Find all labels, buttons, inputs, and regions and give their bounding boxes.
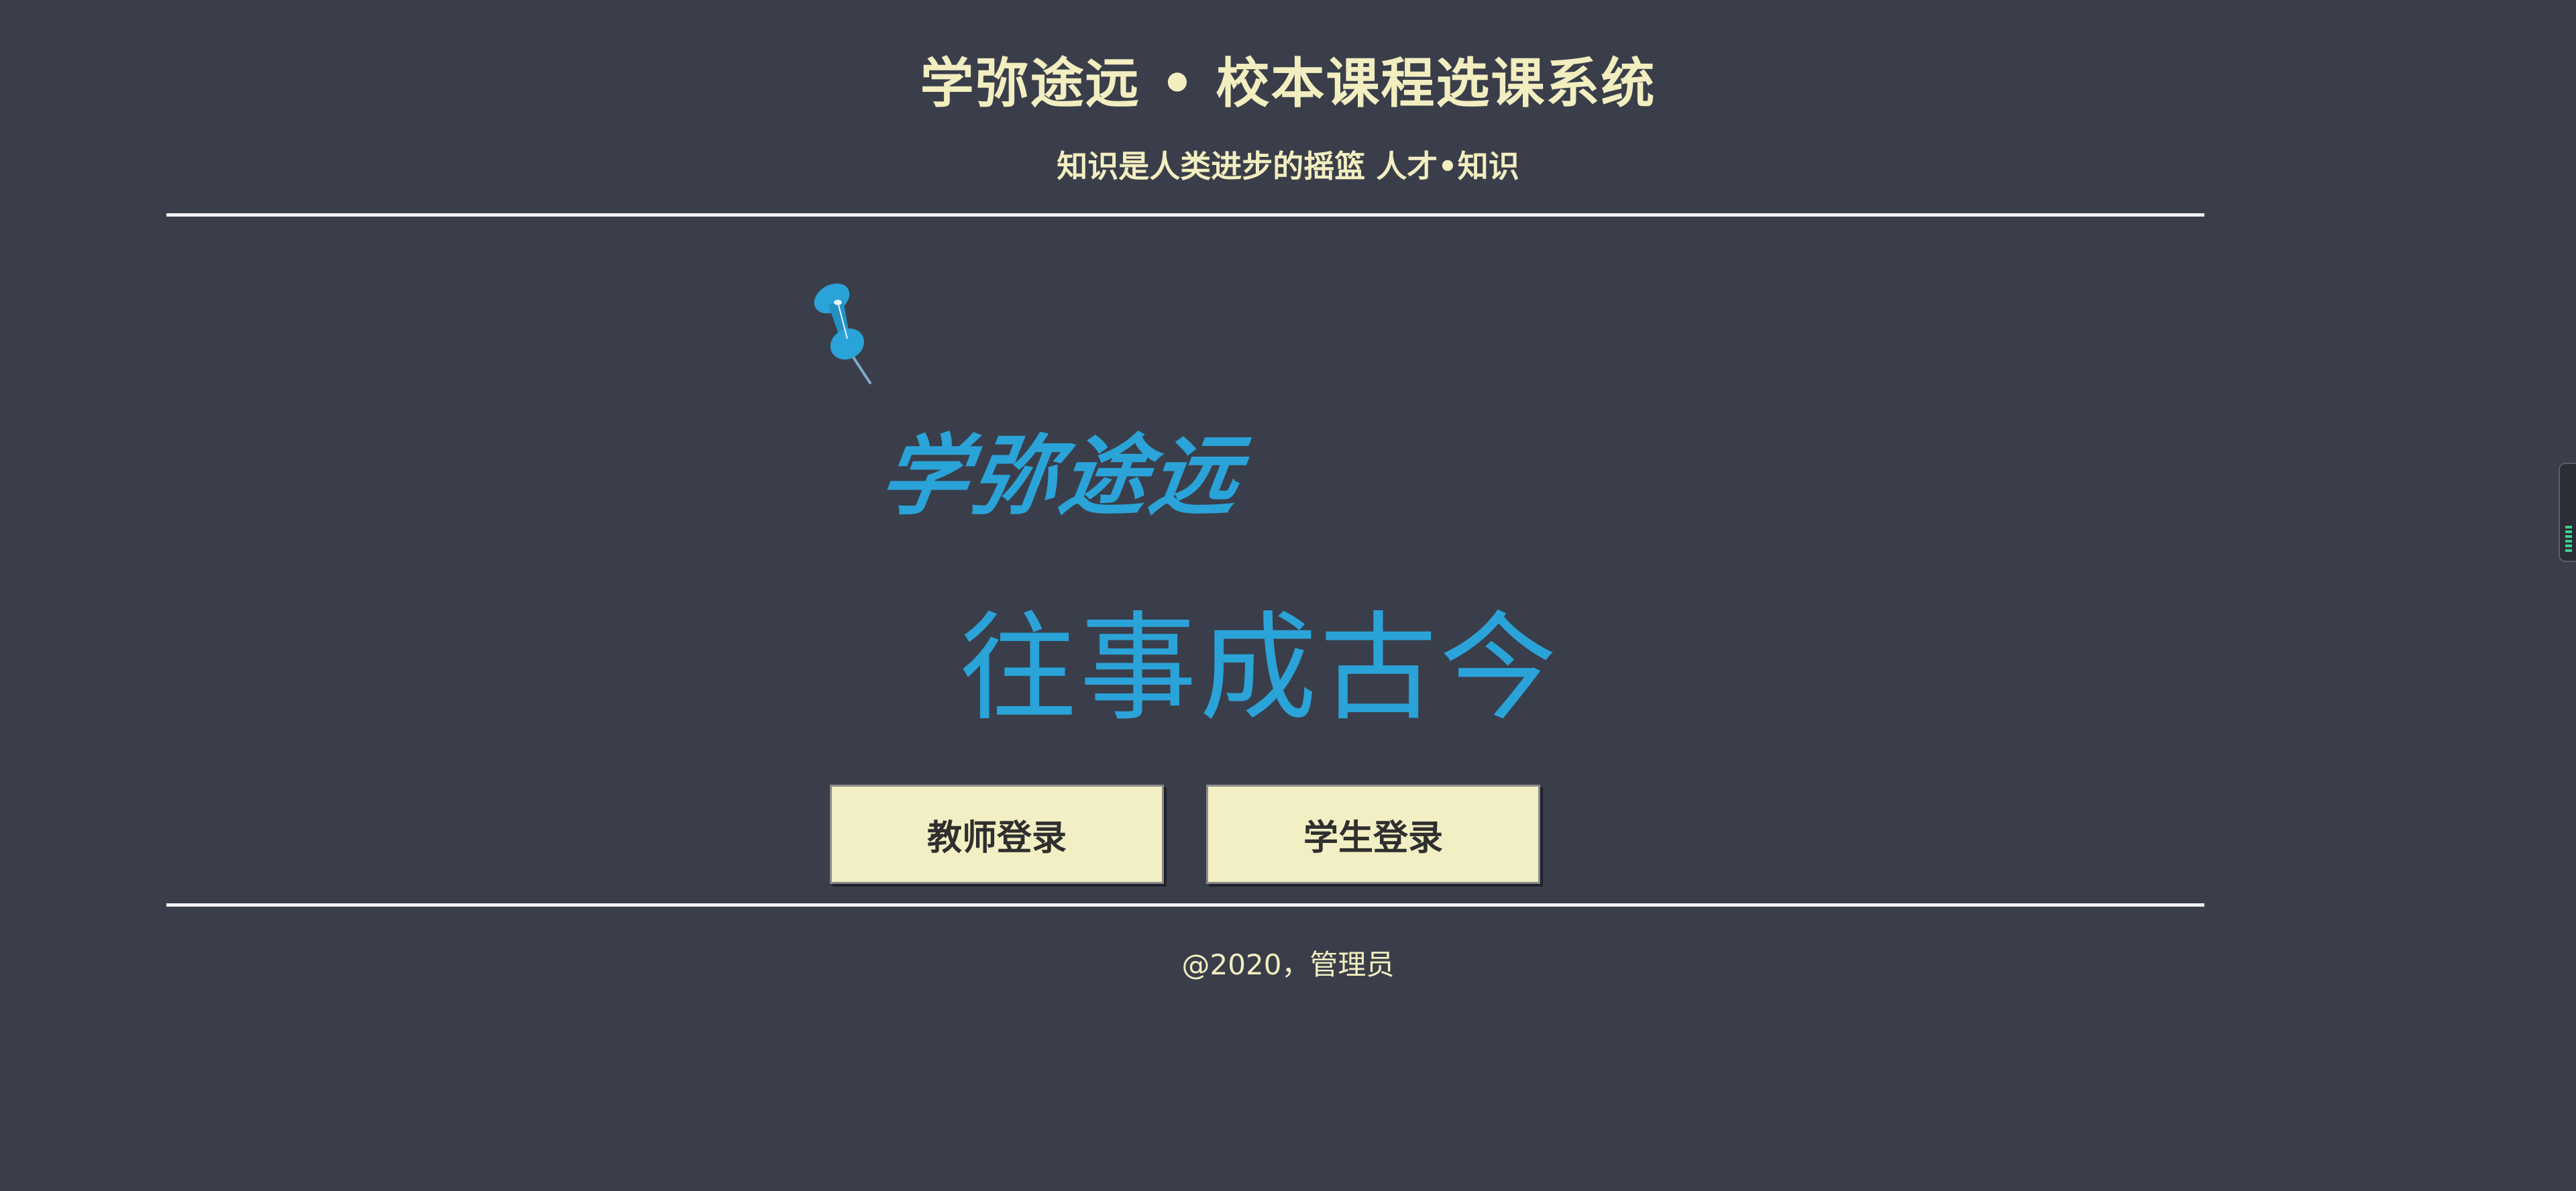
footer-divider <box>166 903 2204 907</box>
pushpin-icon <box>814 283 871 384</box>
login-page: 学弥途远 • 校本课程选课系统 知识是人类进步的摇篮 人才•知识 学弥途远 往事… <box>0 0 2576 1191</box>
header-divider <box>166 213 2204 217</box>
side-panel-handle-icon[interactable] <box>2559 463 2576 562</box>
logo-calligraphy-text: 学弥途远 <box>873 424 1248 527</box>
footer-copyright: @2020，管理员 <box>1181 948 1395 981</box>
student-login-button[interactable]: 学生登录 <box>1206 785 1540 884</box>
slogan-text: 往事成古今 <box>959 601 1560 737</box>
signal-bars-icon <box>2565 526 2572 553</box>
page-title: 学弥途远 • 校本课程选课系统 <box>920 52 1656 115</box>
page-subtitle: 知识是人类进步的摇篮 人才•知识 <box>1057 148 1519 184</box>
teacher-login-button[interactable]: 教师登录 <box>830 785 1164 884</box>
